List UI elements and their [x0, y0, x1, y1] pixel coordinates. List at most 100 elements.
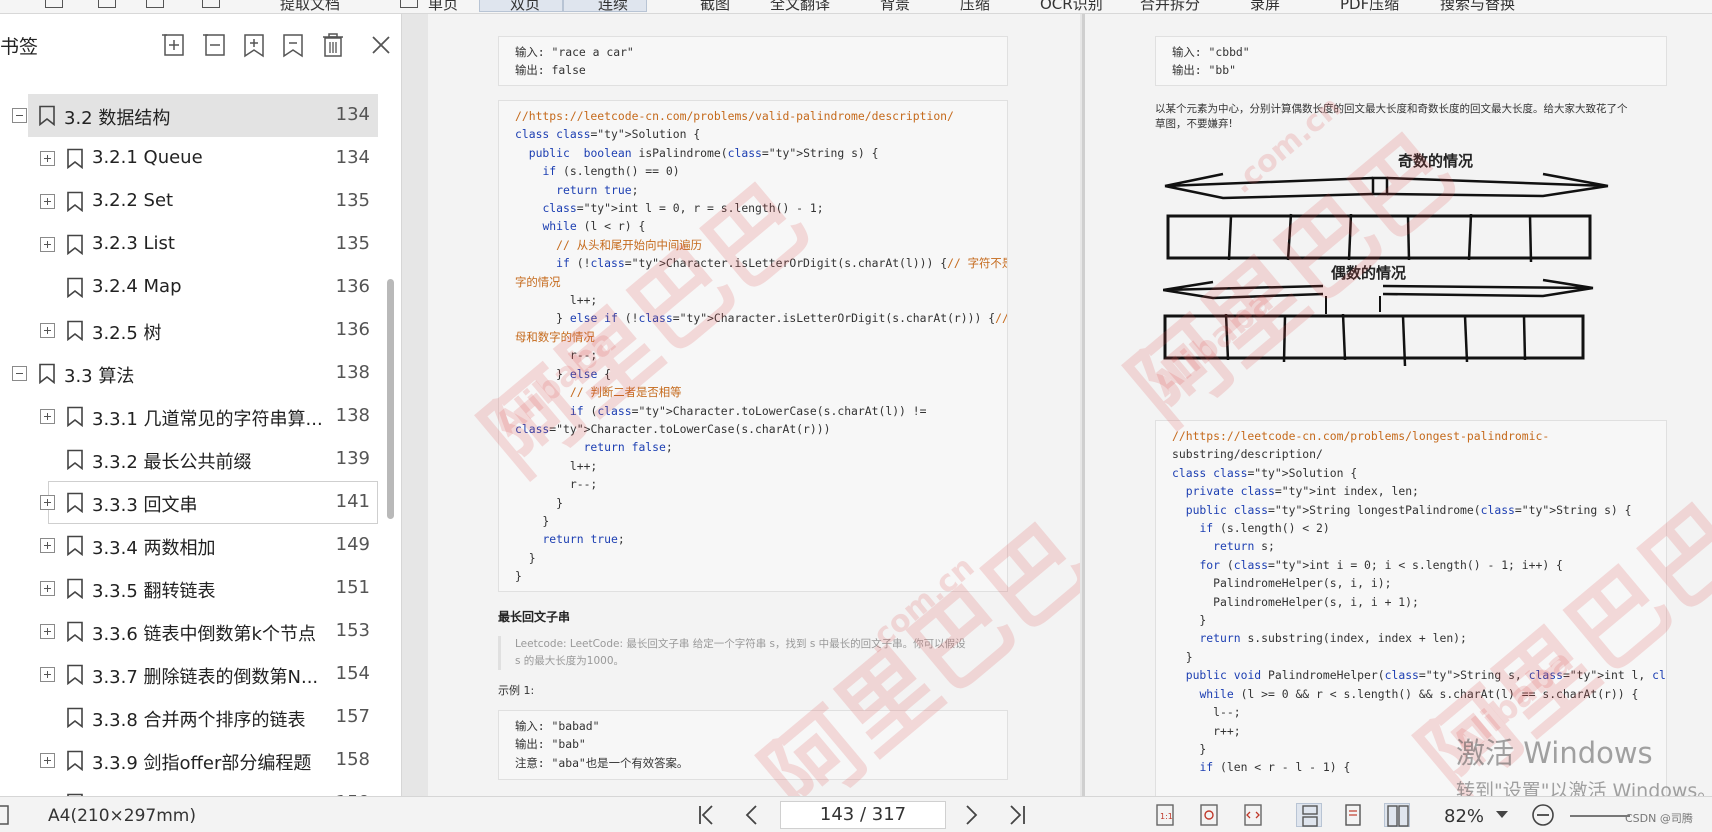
- bookmark-page-number: 138: [335, 405, 370, 426]
- toolbar-icon[interactable]: [45, 0, 63, 8]
- bookmark-item[interactable]: 3.3 算法 138: [12, 352, 378, 395]
- toolbar-item-double-page[interactable]: 双页: [510, 0, 540, 13]
- bookmark-item[interactable]: 3.3.3 回文串 141: [40, 481, 378, 524]
- bookmark-item[interactable]: 3.2.4 Map 136: [48, 266, 378, 309]
- sidebar-scrollbar[interactable]: [387, 279, 394, 519]
- expand-icon[interactable]: [40, 624, 55, 639]
- bookmark-icon: [67, 707, 83, 728]
- zoom-slider[interactable]: [1570, 815, 1630, 817]
- bookmark-item[interactable]: 3.3.4 两数相加 149: [40, 524, 378, 567]
- last-page-icon[interactable]: [1004, 803, 1030, 827]
- toolbar-item-extract[interactable]: 提取文档: [280, 0, 340, 13]
- toolbar-icon[interactable]: [98, 0, 116, 8]
- toolbar-item-search-replace[interactable]: 搜索与替换: [1440, 0, 1515, 13]
- example-input: 输入: "race a car": [515, 45, 634, 59]
- toolbar-item-record[interactable]: 录屏: [1250, 0, 1280, 13]
- bookmark-icon: [67, 621, 83, 642]
- bookmark-item[interactable]: 3.3.6 链表中倒数第k个节点 153: [40, 610, 378, 653]
- code-line: }: [1172, 613, 1207, 628]
- bookmark-item[interactable]: 3.3.1 几道常见的字符串算... 138: [40, 395, 378, 438]
- page-number-input[interactable]: 143 / 317: [780, 801, 946, 829]
- next-page-icon[interactable]: [958, 803, 984, 827]
- example-block-cbbd: 输入: "cbbd" 输出: "bb": [1155, 36, 1667, 86]
- toolbar-item-background[interactable]: 背景: [880, 0, 910, 13]
- zoom-dropdown-chevron-icon[interactable]: [1490, 803, 1516, 827]
- example-line: 注意: "aba"也是一个有效答案。: [515, 755, 689, 770]
- expand-icon[interactable]: [40, 495, 55, 510]
- code-line: if (s.length() < 2): [1199, 521, 1330, 536]
- bookmark-icon: [67, 664, 83, 685]
- bookmark-item[interactable]: 3.2.3 List 135: [40, 223, 378, 266]
- bookmark-label: 3.3.9 剑指offer部分编程题: [92, 753, 312, 774]
- bookmark-icon: [67, 277, 83, 298]
- trash-icon[interactable]: [321, 32, 345, 58]
- previous-page-icon[interactable]: [740, 803, 766, 827]
- page-thumbnail-icon[interactable]: [0, 803, 16, 827]
- bookmark-item[interactable]: 3.3.7 删除链表的倒数第N... 154: [40, 653, 378, 696]
- expand-icon[interactable]: [40, 237, 55, 252]
- toolbar-item-continuous[interactable]: 连续: [598, 0, 628, 13]
- toolbar-icon[interactable]: [146, 0, 164, 8]
- bookmark-item[interactable]: 3.2 数据结构 134: [12, 94, 378, 137]
- expand-icon[interactable]: [40, 538, 55, 553]
- bookmark-label: 3.2.5 树: [92, 323, 162, 344]
- code-line: 母和数字的情况: [515, 329, 595, 344]
- bookmark-item[interactable]: 3.2.2 Set 135: [40, 180, 378, 223]
- bookmark-item[interactable]: 3.2.5 树 136: [40, 309, 378, 352]
- toolbar-item-pdf-compress[interactable]: PDF压缩: [1340, 0, 1399, 13]
- bookmark-label: 3.2.1 Queue: [92, 147, 203, 168]
- toolbar-item-ocr[interactable]: OCR识别: [1040, 0, 1103, 13]
- double-page-view-icon[interactable]: [1384, 803, 1410, 827]
- actual-size-icon[interactable]: 1:1: [1152, 803, 1178, 827]
- bookmark-label: 3.3.5 翻转链表: [92, 581, 216, 602]
- expand-icon[interactable]: [40, 151, 55, 166]
- expand-icon[interactable]: [40, 581, 55, 596]
- description-line: 以某个元素为中心，分别计算偶数长度的回文最大长度和奇数长度的回文最大长度。给大家…: [1155, 103, 1628, 115]
- toolbar-item-translate[interactable]: 全文翻译: [770, 0, 830, 13]
- toolbar-icon[interactable]: [400, 0, 418, 8]
- code-line: class class="ty">Solution {: [1172, 465, 1358, 480]
- bookmark-item[interactable]: 3.3.9 剑指offer部分编程题 158: [40, 739, 378, 782]
- bookmark-page-number: 141: [335, 491, 370, 512]
- expand-icon[interactable]: [40, 323, 55, 338]
- expand-icon[interactable]: [40, 194, 55, 209]
- bookmark-item[interactable]: 3.3.8 合并两个排序的链表 157: [48, 696, 378, 739]
- add-bookmark-icon[interactable]: [162, 32, 186, 58]
- zoom-level[interactable]: 82%: [1444, 806, 1484, 827]
- bookmark-icon: [39, 363, 55, 384]
- bookmark-item[interactable]: 3.2.1 Queue 134: [40, 137, 378, 180]
- code-line: while (l < r) {: [542, 219, 646, 234]
- add-child-bookmark-icon[interactable]: [242, 32, 266, 58]
- code-line: if (s.length() == 0): [542, 164, 680, 179]
- bookmark-item[interactable]: 3.3.2 最长公共前缀 139: [48, 438, 378, 481]
- fit-page-icon[interactable]: [1196, 803, 1222, 827]
- toolbar-item-merge-split[interactable]: 合并拆分: [1140, 0, 1200, 13]
- bookmark-page-number: 151: [335, 577, 370, 598]
- collapse-icon[interactable]: [12, 366, 27, 381]
- expand-icon[interactable]: [40, 753, 55, 768]
- pdf-reader-window: 提取文档 单页 双页 连续 截图 全文翻译 背景 压缩 OCR识别 合并拆分 录…: [0, 0, 1712, 832]
- remove-bookmark-icon[interactable]: [203, 32, 227, 58]
- zoom-out-icon[interactable]: [1530, 803, 1556, 827]
- continuous-view-icon[interactable]: [1296, 803, 1322, 827]
- fit-width-icon[interactable]: [1240, 803, 1266, 827]
- code-line: }: [1172, 649, 1193, 664]
- single-page-view-icon[interactable]: [1340, 803, 1366, 827]
- bookmark-item[interactable]: 3.3.5 翻转链表 151: [40, 567, 378, 610]
- activation-title: 激活 Windows: [1456, 736, 1653, 770]
- code-line: public class="ty">String longestPalindro…: [1185, 502, 1632, 517]
- collapse-icon[interactable]: [12, 108, 27, 123]
- expand-icon[interactable]: [40, 667, 55, 682]
- toolbar-item-single-page[interactable]: 单页: [428, 0, 458, 13]
- close-icon[interactable]: [368, 32, 394, 58]
- toolbar-item-screenshot[interactable]: 截图: [700, 0, 730, 13]
- toolbar-icon[interactable]: [202, 0, 220, 8]
- bookmark-page-number: 134: [335, 104, 370, 125]
- expand-icon[interactable]: [40, 409, 55, 424]
- collapse-bookmark-icon[interactable]: [281, 32, 305, 58]
- bookmark-label: 3.2.3 List: [92, 233, 175, 254]
- code-line: public void PalindromeHelper(class="ty">…: [1185, 668, 1666, 683]
- first-page-icon[interactable]: [694, 803, 720, 827]
- bookmark-label: 3.3.4 两数相加: [92, 538, 216, 559]
- toolbar-item-compress[interactable]: 压缩: [960, 0, 990, 13]
